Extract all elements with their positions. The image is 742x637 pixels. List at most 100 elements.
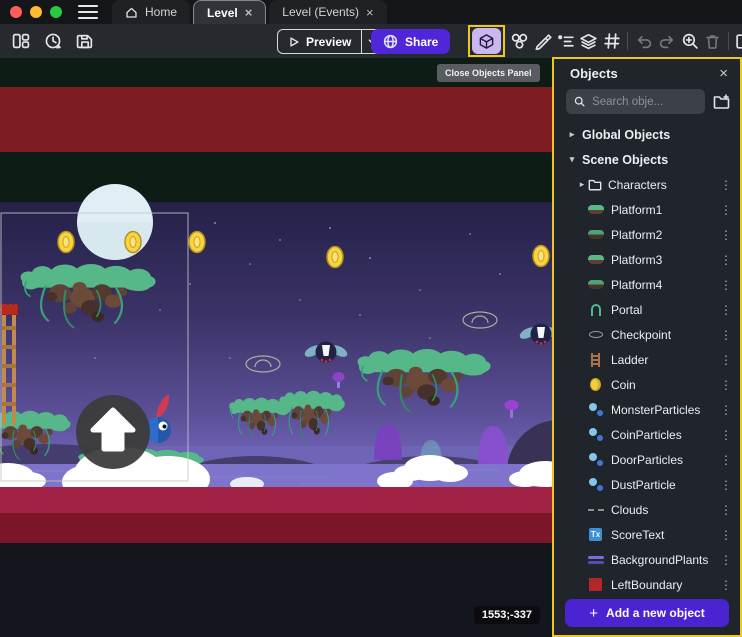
- tab-level-events[interactable]: Level (Events) ×: [269, 0, 386, 24]
- tab-level[interactable]: Level ×: [193, 0, 266, 24]
- section-global-objects[interactable]: ▸ Global Objects: [554, 122, 740, 147]
- moon-object[interactable]: [77, 184, 153, 260]
- kebab-menu-icon[interactable]: ⋮: [720, 428, 732, 442]
- kebab-menu-icon[interactable]: ⋮: [720, 353, 732, 367]
- kebab-menu-icon[interactable]: ⋮: [720, 528, 732, 542]
- objects-panel-button[interactable]: [472, 28, 501, 54]
- layers-icon[interactable]: [577, 29, 600, 53]
- redo-icon[interactable]: [655, 29, 678, 53]
- top-boundary-object[interactable]: [0, 87, 553, 152]
- tab-home[interactable]: Home: [112, 0, 190, 24]
- editor-tabs: Home Level × Level (Events) ×: [112, 0, 390, 24]
- instances-list-icon[interactable]: [554, 29, 577, 53]
- kebab-menu-icon[interactable]: ⋮: [720, 178, 732, 192]
- close-tab-icon[interactable]: ×: [366, 6, 374, 19]
- edit-scene-icon[interactable]: [531, 29, 554, 53]
- edit-events-icon[interactable]: [733, 29, 742, 53]
- kebab-menu-icon[interactable]: ⋮: [720, 378, 732, 392]
- object-row[interactable]: Portal⋮: [554, 297, 740, 322]
- folder-characters[interactable]: ▸ Characters ⋮: [554, 172, 740, 197]
- object-row[interactable]: Platform2⋮: [554, 222, 740, 247]
- share-button[interactable]: Share: [371, 29, 450, 54]
- object-row[interactable]: Coin ⋮: [554, 372, 740, 397]
- trash-icon[interactable]: [701, 29, 724, 53]
- version-history-icon[interactable]: [42, 30, 64, 52]
- object-row[interactable]: Ladder⋮: [554, 347, 740, 372]
- coin-object[interactable]: [533, 246, 549, 267]
- objects-panel: Objects × ▸ Global Objects ▾ Scene Objec…: [552, 57, 742, 637]
- chevron-right-icon[interactable]: ▸: [576, 179, 588, 190]
- kebab-menu-icon[interactable]: ⋮: [720, 553, 732, 567]
- search-input[interactable]: [592, 96, 697, 108]
- kebab-menu-icon[interactable]: ⋮: [720, 503, 732, 517]
- coin-object[interactable]: [58, 232, 74, 253]
- scene-render: [0, 58, 553, 637]
- object-search-box[interactable]: [566, 89, 705, 114]
- macos-traffic-lights: [10, 6, 62, 18]
- bottom-boundary-dark: [0, 513, 553, 543]
- kebab-menu-icon[interactable]: ⋮: [720, 278, 732, 292]
- kebab-menu-icon[interactable]: ⋮: [720, 303, 732, 317]
- bottom-boundary-object[interactable]: [0, 487, 553, 513]
- kebab-menu-icon[interactable]: ⋮: [720, 328, 732, 342]
- add-new-object-button[interactable]: + Add a new object: [565, 599, 729, 627]
- section-label: Global Objects: [582, 128, 670, 142]
- object-label: Platform3: [611, 253, 662, 267]
- kebab-menu-icon[interactable]: ⋮: [720, 203, 732, 217]
- close-panel-icon[interactable]: ×: [719, 66, 728, 81]
- object-row[interactable]: Platform3 ⋮: [554, 247, 740, 272]
- coin-object[interactable]: [327, 247, 343, 268]
- zoom-window-button[interactable]: [50, 6, 62, 18]
- object-row[interactable]: CoinParticles ⋮: [554, 422, 740, 447]
- zoom-in-icon[interactable]: [678, 29, 701, 53]
- kebab-menu-icon[interactable]: ⋮: [720, 228, 732, 242]
- coin-object[interactable]: [189, 232, 205, 253]
- chevron-right-icon[interactable]: ▸: [566, 129, 578, 140]
- chevron-down-icon[interactable]: ▾: [566, 154, 578, 165]
- tooltip-text: Close Objects Panel: [445, 68, 532, 78]
- object-row[interactable]: Platform4⋮: [554, 272, 740, 297]
- tab-bar: Home Level × Level (Events) ×: [0, 0, 742, 24]
- plus-icon: +: [589, 605, 598, 622]
- object-row[interactable]: DustParticle⋮: [554, 472, 740, 497]
- object-row[interactable]: LeftBoundary⋮: [554, 572, 740, 593]
- object-groups-icon[interactable]: [508, 29, 531, 53]
- object-label: Checkpoint: [611, 328, 671, 342]
- preview-button[interactable]: Preview: [278, 35, 361, 49]
- coin-icon: [587, 378, 604, 391]
- save-icon[interactable]: [74, 30, 96, 52]
- kebab-menu-icon[interactable]: ⋮: [720, 253, 732, 267]
- object-row[interactable]: DoorParticles⋮: [554, 447, 740, 472]
- object-label: Clouds: [611, 503, 648, 517]
- kebab-menu-icon[interactable]: ⋮: [720, 403, 732, 417]
- toggle-panels-icon[interactable]: [10, 30, 32, 52]
- close-tab-icon[interactable]: ×: [245, 6, 253, 19]
- object-row[interactable]: Platform1⋮: [554, 197, 740, 222]
- kebab-menu-icon[interactable]: ⋮: [720, 578, 732, 592]
- grid-icon[interactable]: [600, 29, 623, 53]
- object-row[interactable]: Checkpoint ⋮: [554, 322, 740, 347]
- preview-label: Preview: [306, 35, 351, 49]
- object-row[interactable]: MonsterParticles⋮: [554, 397, 740, 422]
- cube-icon: [478, 33, 495, 50]
- kebab-menu-icon[interactable]: ⋮: [720, 478, 732, 492]
- add-folder-icon[interactable]: [713, 93, 730, 110]
- object-label: ScoreText: [611, 528, 664, 542]
- share-label: Share: [405, 35, 438, 49]
- jump-arrow-button-object[interactable]: [76, 395, 150, 469]
- object-row[interactable]: BackgroundPlants⋮: [554, 547, 740, 572]
- object-row[interactable]: Clouds ⋮: [554, 497, 740, 522]
- undo-icon[interactable]: [632, 29, 655, 53]
- section-scene-objects[interactable]: ▾ Scene Objects: [554, 147, 740, 172]
- minimize-window-button[interactable]: [30, 6, 42, 18]
- object-label: Coin: [611, 378, 636, 392]
- ladder-icon: [587, 353, 604, 367]
- scene-canvas[interactable]: 1553;-337: [0, 58, 553, 637]
- object-label: CoinParticles: [611, 428, 682, 442]
- close-window-button[interactable]: [10, 6, 22, 18]
- kebab-menu-icon[interactable]: ⋮: [720, 453, 732, 467]
- object-row[interactable]: TxScoreText⋮: [554, 522, 740, 547]
- menu-icon[interactable]: [78, 5, 98, 19]
- coin-object[interactable]: [125, 232, 141, 253]
- play-icon: [288, 36, 300, 48]
